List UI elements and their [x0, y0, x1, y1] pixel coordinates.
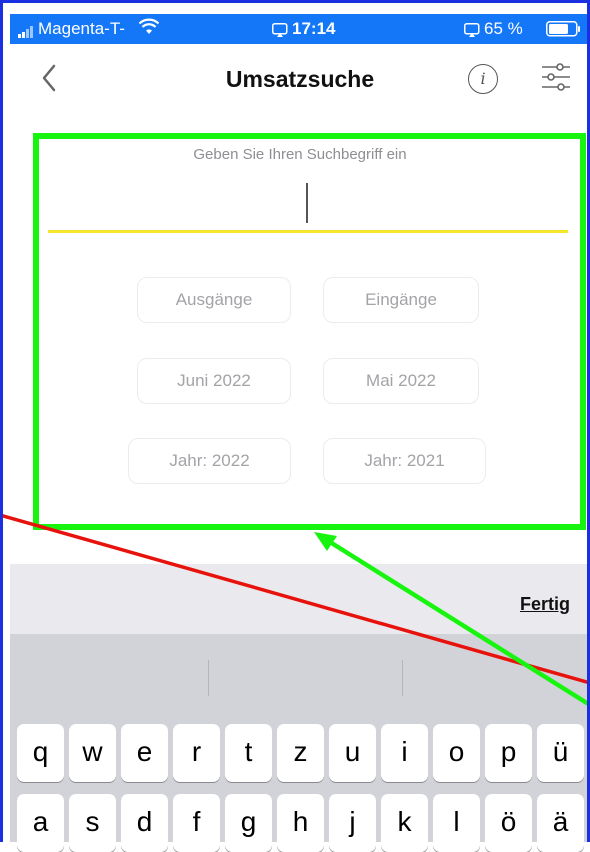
- screen-mirroring-icon-2: [464, 22, 480, 42]
- carrier-name: Magenta-T-: [38, 19, 125, 38]
- key-z[interactable]: z: [277, 724, 324, 782]
- key-j[interactable]: j: [329, 794, 376, 852]
- keyboard: Fertig q w e r t z u i o p ü a s d f g h…: [10, 564, 590, 852]
- key-ae[interactable]: ä: [537, 794, 584, 852]
- status-bar: Magenta-T- 17:14 65 %: [10, 14, 590, 44]
- info-icon[interactable]: i: [468, 64, 498, 94]
- key-ue[interactable]: ü: [537, 724, 584, 782]
- key-r[interactable]: r: [173, 724, 220, 782]
- key-oe[interactable]: ö: [485, 794, 532, 852]
- screen-mirroring-icon: [272, 22, 288, 42]
- filter-jahr-2021-button[interactable]: Jahr: 2021: [323, 438, 486, 484]
- filter-eingaenge-button[interactable]: Eingänge: [323, 277, 479, 323]
- key-t[interactable]: t: [225, 724, 272, 782]
- filter-juni-2022-button[interactable]: Juni 2022: [137, 358, 291, 404]
- sliders-icon[interactable]: [540, 60, 572, 94]
- search-panel: Geben Sie Ihren Suchbegriff ein Ausgänge…: [10, 114, 590, 564]
- keyboard-toolbar: Fertig: [10, 564, 590, 634]
- search-hint: Geben Sie Ihren Suchbegriff ein: [193, 146, 407, 163]
- page-title: Umsatzsuche: [225, 66, 375, 92]
- key-u[interactable]: u: [329, 724, 376, 782]
- key-w[interactable]: w: [69, 724, 116, 782]
- app-screen: Magenta-T- 17:14 65 % Umsatzsuche i Gebe…: [0, 0, 590, 852]
- key-s[interactable]: s: [69, 794, 116, 852]
- key-e[interactable]: e: [121, 724, 168, 782]
- wifi-icon: [138, 18, 160, 41]
- search-input[interactable]: [48, 174, 568, 230]
- key-d[interactable]: d: [121, 794, 168, 852]
- key-a[interactable]: a: [17, 794, 64, 852]
- battery-icon: [546, 21, 582, 42]
- suggestion-divider: [208, 660, 209, 696]
- key-h[interactable]: h: [277, 794, 324, 852]
- key-q[interactable]: q: [17, 724, 64, 782]
- key-l[interactable]: l: [433, 794, 480, 852]
- suggestion-divider: [402, 660, 403, 696]
- key-g[interactable]: g: [225, 794, 272, 852]
- filter-mai-2022-button[interactable]: Mai 2022: [323, 358, 479, 404]
- text-cursor: [306, 183, 308, 223]
- key-k[interactable]: k: [381, 794, 428, 852]
- battery-percent: 65 %: [484, 19, 523, 38]
- key-i[interactable]: i: [381, 724, 428, 782]
- suggestion-bar: [10, 634, 590, 722]
- clock: 17:14: [292, 19, 336, 38]
- filter-ausgaenge-button[interactable]: Ausgänge: [137, 277, 291, 323]
- key-p[interactable]: p: [485, 724, 532, 782]
- done-button[interactable]: Fertig: [520, 594, 570, 615]
- key-f[interactable]: f: [173, 794, 220, 852]
- filter-jahr-2022-button[interactable]: Jahr: 2022: [128, 438, 291, 484]
- signal-bars-icon: [18, 23, 34, 43]
- navigation-bar: Umsatzsuche i: [10, 44, 590, 114]
- search-underline: [48, 230, 568, 233]
- key-o[interactable]: o: [433, 724, 480, 782]
